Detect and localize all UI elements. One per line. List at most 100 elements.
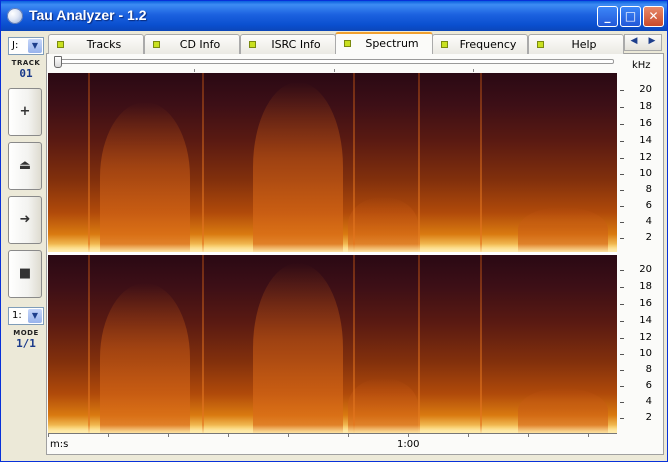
- y-tick: [620, 321, 624, 322]
- position-slider-thumb[interactable]: [54, 56, 62, 68]
- y-tick: [620, 418, 624, 419]
- tab-indicator-icon: [344, 40, 351, 47]
- y-tick-label: 20: [639, 84, 652, 95]
- slider-tick: [194, 69, 195, 72]
- y-tick-label: 10: [639, 168, 652, 179]
- y-tick-label: 2: [645, 412, 652, 423]
- tab-indicator-icon: [57, 41, 64, 48]
- y-tick: [620, 90, 624, 91]
- tab-isrc-info[interactable]: ISRC Info: [240, 34, 336, 54]
- tab-frequency[interactable]: Frequency: [432, 34, 528, 54]
- play-button[interactable]: ➜: [8, 196, 42, 244]
- chevron-left-icon[interactable]: ◀: [625, 36, 643, 46]
- tab-tracks[interactable]: Tracks: [48, 34, 144, 54]
- tab-indicator-icon: [441, 41, 448, 48]
- transient-line: [480, 255, 482, 433]
- y-tick: [620, 206, 624, 207]
- chevron-down-icon[interactable]: ▼: [28, 39, 42, 53]
- spectral-burst: [253, 82, 343, 252]
- y-tick: [620, 270, 624, 271]
- maximize-button[interactable]: □: [620, 6, 641, 27]
- drive-select-value: J:: [12, 40, 19, 51]
- x-tick: [588, 433, 589, 437]
- minimize-button[interactable]: _: [597, 6, 618, 27]
- add-button[interactable]: +: [8, 88, 42, 136]
- y-tick-label: 8: [645, 364, 652, 375]
- y-tick-label: 6: [645, 200, 652, 211]
- y-tick-label: 18: [639, 281, 652, 292]
- y-tick: [620, 124, 624, 125]
- eject-button[interactable]: ⏏: [8, 142, 42, 190]
- mode-select[interactable]: 1: ▼: [8, 307, 44, 325]
- y-tick-label: 8: [645, 184, 652, 195]
- left-control-panel: J: ▼ TRACK 01 + ⏏ ➜ ■ 1: ▼ MODE 1/1: [4, 33, 44, 455]
- y-tick-label: 6: [645, 380, 652, 391]
- y-tick-label: 14: [639, 315, 652, 326]
- spectrogram-channel-1[interactable]: [48, 73, 617, 252]
- mode-select-value: 1:: [12, 310, 22, 321]
- track-label: TRACK: [11, 59, 41, 67]
- x-tick: [108, 433, 109, 437]
- tab-cd-info[interactable]: CD Info: [144, 34, 240, 54]
- close-button[interactable]: ✕: [643, 6, 664, 27]
- khz-unit-label: kHz: [632, 60, 651, 71]
- slider-tick: [473, 69, 474, 72]
- y-tick: [620, 370, 624, 371]
- transient-line: [418, 73, 420, 252]
- x-tick: [228, 433, 229, 437]
- chevron-down-icon[interactable]: ▼: [28, 309, 42, 323]
- transient-line: [202, 73, 204, 252]
- y-tick-label: 12: [639, 152, 652, 163]
- tab-label: Tracks: [86, 38, 122, 51]
- time-axis: [48, 433, 617, 434]
- tab-strip: Tracks CD Info ISRC Info Spectrum Freque…: [48, 32, 664, 54]
- window-title: Tau Analyzer - 1.2: [29, 7, 147, 23]
- tab-scroll-buttons: ◀ ▶: [624, 34, 662, 51]
- transient-line: [353, 73, 355, 252]
- y-tick: [620, 354, 624, 355]
- transient-line: [88, 73, 90, 252]
- mode-label: MODE: [13, 329, 39, 337]
- spectral-burst: [253, 263, 343, 433]
- y-tick-label: 10: [639, 348, 652, 359]
- y-tick: [620, 287, 624, 288]
- cd-disc-icon: [7, 8, 23, 24]
- y-tick: [620, 158, 624, 159]
- tab-spectrum[interactable]: Spectrum: [335, 32, 433, 54]
- tab-label: Help: [571, 38, 597, 51]
- y-tick: [620, 190, 624, 191]
- transient-line: [480, 73, 482, 252]
- y-tick-label: 18: [639, 101, 652, 112]
- drive-select[interactable]: J: ▼: [8, 37, 44, 55]
- low-frequency-band: [48, 244, 617, 252]
- stop-button[interactable]: ■: [8, 250, 42, 298]
- y-tick-label: 12: [639, 332, 652, 343]
- spectrogram-channel-2[interactable]: [48, 255, 617, 433]
- title-bar[interactable]: Tau Analyzer - 1.2 _ □ ✕: [1, 1, 667, 31]
- transient-line: [353, 255, 355, 433]
- tab-indicator-icon: [249, 41, 256, 48]
- y-tick: [620, 174, 624, 175]
- y-tick: [620, 338, 624, 339]
- spectral-burst: [100, 102, 190, 252]
- y-tick-label: 16: [639, 118, 652, 129]
- transient-line: [418, 255, 420, 433]
- tab-label: CD Info: [179, 38, 221, 51]
- y-tick-label: 20: [639, 264, 652, 275]
- tab-label: Frequency: [459, 38, 517, 51]
- tab-label: Spectrum: [365, 37, 419, 50]
- x-tick: [528, 433, 529, 437]
- chevron-right-icon[interactable]: ▶: [643, 36, 661, 46]
- transient-line: [88, 255, 90, 433]
- tab-help[interactable]: Help: [528, 34, 624, 54]
- time-axis-unit-label: m:s: [50, 439, 69, 450]
- y-tick: [620, 107, 624, 108]
- position-slider-track[interactable]: [56, 59, 614, 64]
- slider-tick: [334, 69, 335, 72]
- y-tick: [620, 222, 624, 223]
- y-tick: [620, 141, 624, 142]
- y-tick: [620, 386, 624, 387]
- x-tick: [288, 433, 289, 437]
- y-tick-label: 2: [645, 232, 652, 243]
- x-tick: [408, 433, 409, 437]
